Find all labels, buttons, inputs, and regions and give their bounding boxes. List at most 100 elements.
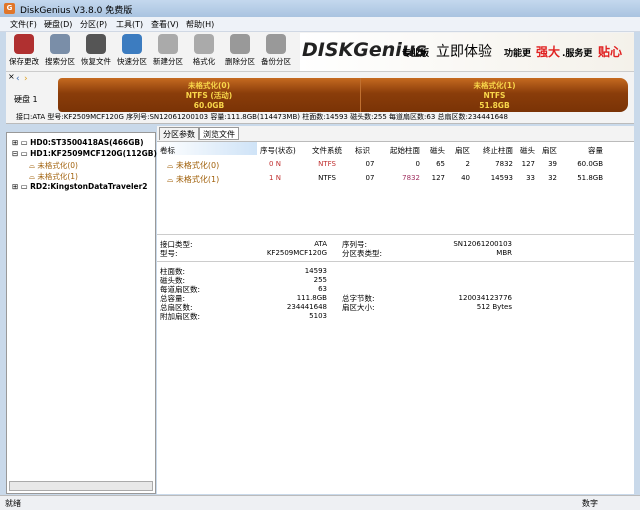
disk-label: 硬盘 1 (14, 95, 38, 104)
menu-bar: 文件(F) 硬盘(D) 分区(P) 工具(T) 查看(V) 帮助(H) (0, 17, 640, 32)
value: 111.8GB (296, 294, 327, 302)
diskgenius-logo-icon: G (4, 3, 15, 14)
disk-tree: ⊞ ▭ HD0:ST3500418AS(466GB) ⊟ ▭ HD1:KF250… (6, 132, 157, 494)
toolbar-button-format[interactable]: 格式化 (186, 34, 222, 67)
toolbar-button-save[interactable]: 保存更改 (6, 34, 42, 67)
tab-browse-files[interactable]: 浏览文件 (199, 127, 239, 140)
partition-name: 未格式化(0) (187, 81, 231, 90)
title-bar: G DiskGenius V3.8.0 免费版 (0, 0, 640, 17)
partition-bar-0[interactable]: 未格式化(0) NTFS (活动) 60.0GB (58, 78, 360, 112)
label: 型号: (160, 249, 178, 258)
new-partition-icon (158, 34, 178, 54)
numlock-indicator: 数字 (582, 499, 598, 508)
toolbar-label: 新建分区 (153, 57, 183, 66)
tree-item-rd2[interactable]: ⊞ ▭ RD2:KingstonDataTraveler2 (12, 182, 148, 191)
toolbar-label: 保存更改 (9, 57, 39, 66)
menu-disk[interactable]: 硬盘(D) (44, 19, 72, 30)
table-cell: 40 (461, 174, 470, 182)
toolbar-button-backup[interactable]: 备份分区 (258, 34, 294, 67)
search-icon (50, 34, 70, 54)
banner-ad[interactable]: DISKGenius 专业版 立即体验 功能更 强大 .服务更 贴心 (300, 33, 634, 71)
partition-name: 未格式化(1) (473, 81, 516, 90)
column-header[interactable]: 容量 (557, 145, 603, 156)
tree-item-hd1[interactable]: ⊟ ▭ HD1:KF2509MCF120G(112GB) (12, 149, 157, 158)
partition-table: 卷标 序号(状态) 文件系统 标识 起始柱面 磁头 扇区 终止柱面 磁头 扇区 容量 ⌓ 未格式化(… (157, 141, 634, 241)
delete-icon (230, 34, 250, 54)
column-header[interactable]: 序号(状态) (260, 145, 296, 156)
value: 120034123776 (458, 294, 512, 302)
close-icon[interactable]: × (8, 72, 15, 81)
tree-item-hd0[interactable]: ⊞ ▭ HD0:ST3500418AS(466GB) (12, 138, 144, 147)
disk-details: 接口类型: ATA 序列号: SN12061200103 型号: KF2509M… (157, 234, 634, 494)
column-header[interactable]: 卷标 (160, 145, 175, 156)
quick-partition-icon (122, 34, 142, 54)
label: 总容量: (160, 294, 186, 303)
tree-item-partition-0[interactable]: ⌓ 未格式化(0) (29, 160, 78, 171)
toolbar-button-delete[interactable]: 删除分区 (222, 34, 258, 67)
label: 总扇区数: (160, 303, 193, 312)
table-cell: 39 (548, 160, 557, 168)
partition-panel: 分区参数 浏览文件 卷标 序号(状态) 文件系统 标识 起始柱面 磁头 扇区 终止柱面 磁头 扇区… (157, 126, 634, 494)
value: SN12061200103 (453, 240, 512, 248)
menu-partition[interactable]: 分区(P) (80, 19, 107, 30)
partition-fs: NTFS (活动) (185, 91, 233, 100)
partition-fs: NTFS (483, 91, 506, 100)
table-cell: ⌓ 未格式化(0) (167, 161, 220, 170)
menu-view[interactable]: 查看(V) (151, 19, 179, 30)
value: 234441648 (286, 303, 327, 311)
table-cell: 60.0GB (577, 160, 603, 168)
value: 14593 (304, 267, 327, 275)
value: MBR (496, 249, 512, 257)
status-text: 就绪 (5, 499, 21, 508)
status-bar: 就绪 数字 (0, 495, 640, 510)
prev-disk-icon[interactable]: ‹ (16, 74, 20, 84)
table-cell: 51.8GB (577, 174, 603, 182)
value: 255 (313, 276, 327, 284)
toolbar-button-search[interactable]: 搜索分区 (42, 34, 78, 67)
column-header[interactable]: 扇区 (442, 145, 470, 156)
column-header[interactable]: 扇区 (532, 145, 557, 156)
toolbar-label: 恢复文件 (81, 57, 111, 66)
partition-size: 51.8GB (479, 101, 510, 110)
table-cell: 0 (415, 160, 420, 168)
tab-partition-params[interactable]: 分区参数 (159, 127, 199, 140)
partition-bar-1[interactable]: 未格式化(1) NTFS 51.8GB (360, 78, 628, 112)
menu-file[interactable]: 文件(F) (10, 19, 37, 30)
label: 每道扇区数: (160, 285, 201, 294)
column-header[interactable]: 标识 (355, 145, 370, 156)
next-disk-icon[interactable]: › (24, 74, 28, 84)
partition-size: 60.0GB (193, 101, 225, 110)
tree-item-partition-1[interactable]: ⌓ 未格式化(1) (29, 171, 78, 182)
table-cell: NTFS (318, 174, 336, 182)
value: 5103 (309, 312, 327, 320)
backup-icon (266, 34, 286, 54)
label: 总字节数: (342, 294, 375, 303)
value: ATA (314, 240, 327, 248)
value: 63 (318, 285, 327, 293)
table-row[interactable]: ⌓ 未格式化(0) 0 N NTFS 07 0 65 2 7832 127 39 60.0GB (157, 158, 634, 171)
column-header[interactable]: 文件系统 (312, 145, 342, 156)
table-row[interactable]: ⌓ 未格式化(1) 1 N NTFS 07 7832 127 40 14593 33 32 51.8… (157, 172, 634, 185)
menu-tools[interactable]: 工具(T) (116, 19, 143, 30)
table-cell: 1 N (269, 174, 281, 182)
toolbar-button-quick-partition[interactable]: 快速分区 (114, 34, 150, 67)
save-icon (14, 34, 34, 54)
table-cell: 7832 (402, 174, 420, 182)
table-cell: 14593 (490, 174, 513, 182)
value: 512 Bytes (476, 303, 512, 311)
toolbar-label: 搜索分区 (45, 57, 75, 66)
label: 分区表类型: (342, 249, 383, 258)
toolbar-button-recover[interactable]: 恢复文件 (78, 34, 114, 67)
horizontal-scrollbar[interactable] (9, 481, 153, 491)
column-header[interactable]: 起始柱面 (373, 145, 420, 156)
label: 磁头数: (160, 276, 186, 285)
toolbar-label: 删除分区 (225, 57, 255, 66)
label: 序列号: (342, 240, 368, 249)
toolbar-label: 快速分区 (117, 57, 147, 66)
table-cell: 7832 (495, 160, 513, 168)
menu-help[interactable]: 帮助(H) (186, 19, 214, 30)
toolbar-button-new-partition[interactable]: 新建分区 (150, 34, 186, 67)
partition-icon: ⌓ (167, 175, 176, 184)
label: 柱面数: (160, 267, 186, 276)
column-header[interactable]: 终止柱面 (467, 145, 513, 156)
